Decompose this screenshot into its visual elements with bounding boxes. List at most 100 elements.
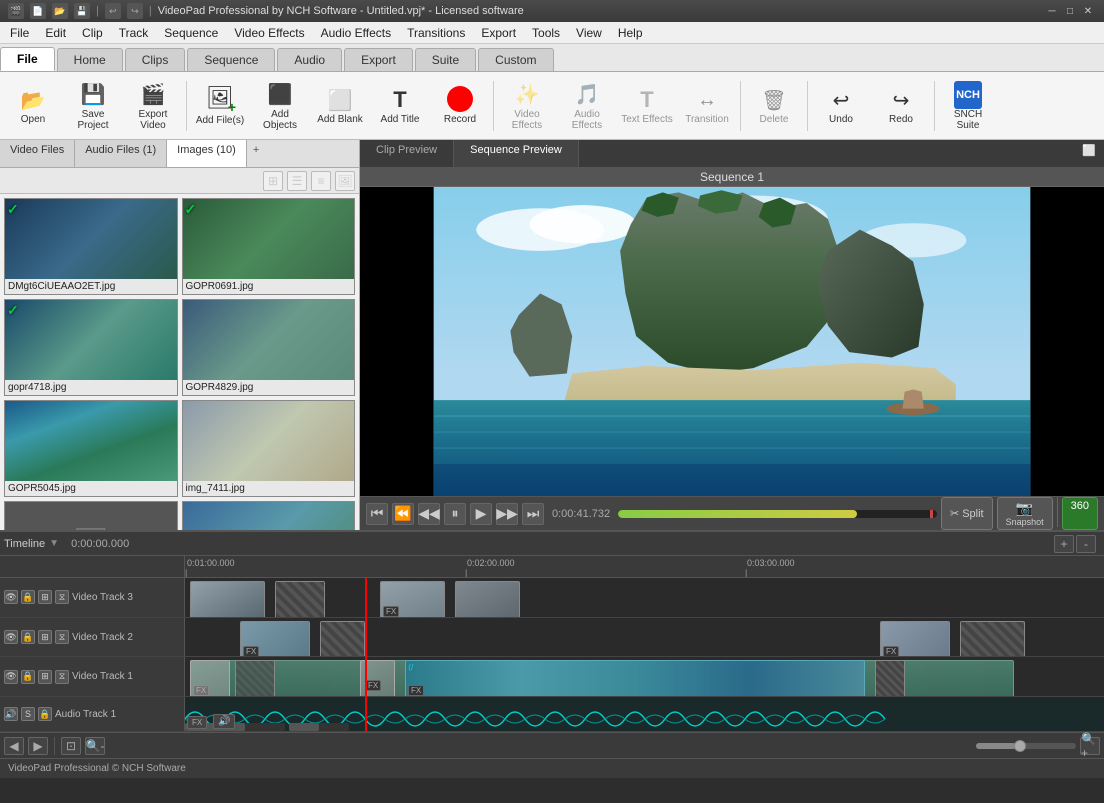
btn-360[interactable]: 360	[1062, 497, 1098, 530]
track-lock-video3[interactable]: 🔒	[21, 590, 35, 604]
tab-custom[interactable]: Custom	[478, 48, 553, 71]
clip-v3-2[interactable]	[275, 581, 325, 617]
media-thumb-btn[interactable]: 🖼	[335, 171, 355, 191]
undo-title-icon[interactable]: ↩	[105, 3, 121, 19]
track-eye-video2[interactable]: 👁	[4, 630, 18, 644]
track-content-video2[interactable]: FX FX	[185, 618, 1104, 657]
audio-effects-button[interactable]: 🎵 Audio Effects	[558, 75, 616, 137]
track-eye-video3[interactable]: 👁	[4, 590, 18, 604]
track-group-video3[interactable]: ⊞	[38, 590, 52, 604]
track-lock-audio1[interactable]: 🔒	[38, 707, 52, 721]
menu-clip[interactable]: Clip	[74, 24, 111, 42]
clip-v2-2[interactable]	[320, 621, 365, 657]
record-button[interactable]: Record	[431, 75, 489, 137]
tab-suite[interactable]: Suite	[415, 48, 476, 71]
track-content-video3[interactable]: FX	[185, 578, 1104, 617]
close-button[interactable]: ✕	[1080, 4, 1096, 18]
menu-export[interactable]: Export	[473, 24, 524, 42]
video-effects-button[interactable]: ✨ Video Effects	[498, 75, 556, 137]
timeline-scroll-right[interactable]: ▶	[28, 737, 48, 755]
track-link-video1[interactable]: ⧖	[55, 670, 69, 684]
media-item-6[interactable]: img_7411.jpg	[182, 400, 356, 497]
menu-video-effects[interactable]: Video Effects	[226, 24, 312, 42]
media-item-7[interactable]: 🖼	[4, 501, 178, 530]
save-icon[interactable]: 💾	[74, 3, 90, 19]
timeline-zoom-out[interactable]: 🔍-	[85, 737, 105, 755]
tab-clips[interactable]: Clips	[125, 48, 186, 71]
track-solo-audio1[interactable]: S	[21, 707, 35, 721]
menu-help[interactable]: Help	[610, 24, 651, 42]
menu-audio-effects[interactable]: Audio Effects	[313, 24, 400, 42]
clip-v1-2[interactable]	[235, 660, 275, 696]
tab-clip-preview[interactable]: Clip Preview	[360, 140, 454, 167]
add-objects-button[interactable]: ⬛ Add Objects	[251, 75, 309, 137]
media-item-4[interactable]: GOPR4829.jpg	[182, 299, 356, 396]
save-project-button[interactable]: 💾 Save Project	[64, 75, 122, 137]
media-item-1[interactable]: ✓ DMgt6CiUEAAO2ET.jpg	[4, 198, 178, 295]
clip-v3-3[interactable]: FX	[380, 581, 445, 617]
media-item-8[interactable]	[182, 501, 356, 530]
menu-view[interactable]: View	[568, 24, 610, 42]
maximize-button[interactable]: □	[1062, 4, 1078, 18]
media-list-btn[interactable]: ☰	[287, 171, 307, 191]
audio-fx-btn[interactable]: FX	[187, 716, 207, 729]
minimize-button[interactable]: ─	[1044, 4, 1060, 18]
tab-file[interactable]: File	[0, 47, 55, 71]
menu-tools[interactable]: Tools	[524, 24, 568, 42]
track-mute-audio1[interactable]: 🔊	[4, 707, 18, 721]
snapshot-button[interactable]: 📷 Snapshot	[997, 497, 1053, 530]
add-title-button[interactable]: T Add Title	[371, 75, 429, 137]
media-item-5[interactable]: GOPR5045.jpg	[4, 400, 178, 497]
timeline-zoom-fit[interactable]: ⊡	[61, 737, 81, 755]
split-button[interactable]: ✂ Split	[941, 497, 993, 530]
zoom-slider[interactable]	[976, 743, 1076, 749]
pause-button[interactable]: ⏸	[444, 503, 466, 525]
delete-button[interactable]: 🗑 Delete	[745, 75, 803, 137]
media-tab-video-files[interactable]: Video Files	[0, 140, 75, 167]
ruler-scale[interactable]: 0:01:00.000 0:02:00.000 0:03:00.000	[185, 556, 1104, 577]
audio-pan-slider[interactable]	[289, 723, 349, 731]
track-lock-video1[interactable]: 🔒	[21, 670, 35, 684]
tab-sequence-preview[interactable]: Sequence Preview	[454, 140, 579, 167]
clip-v2-1[interactable]: FX	[240, 621, 310, 657]
prev-frame-button[interactable]: ⏪	[392, 503, 414, 525]
tab-sequence[interactable]: Sequence	[187, 48, 275, 71]
media-grid-btn[interactable]: ⊞	[263, 171, 283, 191]
clip-v3-1[interactable]	[190, 581, 265, 617]
media-tab-images[interactable]: Images (10)	[167, 140, 247, 167]
timeline-scroll-left[interactable]: ◀	[4, 737, 24, 755]
tab-home[interactable]: Home	[57, 48, 123, 71]
media-tab-add[interactable]: +	[247, 140, 265, 167]
export-video-button[interactable]: 🎬 Export Video	[124, 75, 182, 137]
track-link-video2[interactable]: ⧖	[55, 630, 69, 644]
clip-v2-3[interactable]: FX	[880, 621, 950, 657]
track-link-video3[interactable]: ⧖	[55, 590, 69, 604]
play-button[interactable]: ▶	[470, 503, 492, 525]
snch-suite-button[interactable]: NCH SNCH Suite	[939, 75, 997, 137]
next-frame-button[interactable]: ▶▶	[496, 503, 518, 525]
menu-transitions[interactable]: Transitions	[399, 24, 473, 42]
redo-button[interactable]: ↪ Redo	[872, 75, 930, 137]
tab-export[interactable]: Export	[344, 48, 413, 71]
menu-sequence[interactable]: Sequence	[156, 24, 226, 42]
track-content-video1[interactable]: FX FX ⟨/ FX	[185, 657, 1104, 696]
skip-start-button[interactable]: ⏮	[366, 503, 388, 525]
media-detail-btn[interactable]: ≡	[311, 171, 331, 191]
clip-v3-4[interactable]	[455, 581, 520, 617]
clip-v2-4[interactable]	[960, 621, 1025, 657]
undo-button[interactable]: ↩ Undo	[812, 75, 870, 137]
clip-v1-start[interactable]	[190, 660, 230, 696]
track-lock-video2[interactable]: 🔒	[21, 630, 35, 644]
zoom-in-btn[interactable]: +	[1054, 535, 1074, 553]
track-group-video1[interactable]: ⊞	[38, 670, 52, 684]
menu-edit[interactable]: Edit	[37, 24, 74, 42]
media-item-2[interactable]: ✓ GOPR0691.jpg	[182, 198, 356, 295]
skip-end-button[interactable]: ⏭	[522, 503, 544, 525]
tab-audio[interactable]: Audio	[277, 48, 342, 71]
preview-expand-btn[interactable]: ⬜	[1074, 140, 1104, 167]
redo-title-icon[interactable]: ↪	[127, 3, 143, 19]
rewind-button[interactable]: ◀◀	[418, 503, 440, 525]
open-icon[interactable]: 📂	[52, 3, 68, 19]
track-eye-video1[interactable]: 👁	[4, 670, 18, 684]
timeline-dropdown-icon[interactable]: ▼	[49, 538, 59, 549]
